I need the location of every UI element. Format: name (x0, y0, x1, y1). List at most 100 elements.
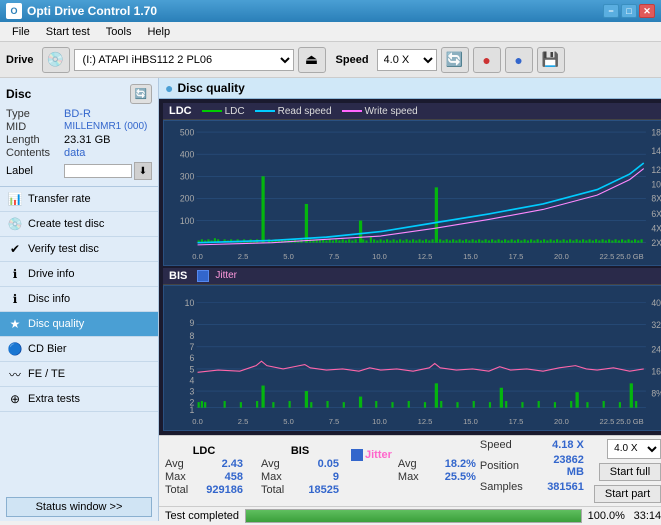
svg-text:20.0: 20.0 (554, 252, 569, 261)
disc-type-val: BD-R (64, 108, 91, 120)
disc-refresh-btn[interactable]: 🔄 (130, 84, 152, 104)
nav-label-drive-info: Drive info (28, 268, 74, 280)
svg-text:2X: 2X (651, 238, 661, 248)
avg-key-jitter: Avg (398, 458, 432, 470)
disc-contents-key: Contents (6, 147, 64, 159)
svg-text:10.0: 10.0 (372, 417, 387, 426)
status-window-btn[interactable]: Status window >> (6, 497, 152, 517)
start-part-btn[interactable]: Start part (594, 485, 661, 503)
jitter-checkbox[interactable] (351, 449, 363, 461)
disc-title: Disc (6, 87, 31, 101)
svg-text:7.5: 7.5 (329, 252, 340, 261)
max-key-bis: Max (261, 471, 295, 483)
titlebar: O Opti Drive Control 1.70 − □ ✕ (0, 0, 661, 22)
svg-text:10: 10 (185, 298, 195, 308)
window-controls: − □ ✕ (603, 4, 655, 18)
sidebar-item-verify-test[interactable]: ✔ Verify test disc (0, 237, 158, 262)
svg-text:22.5: 22.5 (600, 252, 615, 261)
svg-text:0.0: 0.0 (192, 417, 203, 426)
disc-red-icon[interactable]: ● (473, 47, 501, 73)
sidebar-item-cd-bier[interactable]: 🔵 CD Bier (0, 337, 158, 362)
svg-text:2.5: 2.5 (238, 252, 249, 261)
ldc-avg-val: 2.43 (203, 458, 243, 470)
disc-label-key: Label (6, 165, 64, 177)
sidebar-item-create-test[interactable]: 💿 Create test disc (0, 212, 158, 237)
sidebar-item-transfer-rate[interactable]: 📊 Transfer rate (0, 187, 158, 212)
menu-starttest[interactable]: Start test (38, 24, 98, 40)
svg-text:8X: 8X (651, 194, 661, 204)
start-full-btn[interactable]: Start full (599, 463, 661, 481)
menu-file[interactable]: File (4, 24, 38, 40)
chart2-header: BIS Jitter (163, 268, 661, 285)
drive-select[interactable]: (I:) ATAPI iHBS112 2 PL06 (74, 49, 294, 71)
save-icon[interactable]: 💾 (537, 47, 565, 73)
svg-text:25.0 GB: 25.0 GB (616, 417, 644, 426)
svg-text:32%: 32% (651, 320, 661, 330)
disc-label-input[interactable] (64, 164, 132, 178)
svg-text:2.5: 2.5 (238, 417, 249, 426)
read-speed-legend-text: Read speed (278, 106, 332, 117)
samples-stat-key: Samples (480, 481, 540, 493)
position-stat-key: Position (480, 460, 534, 472)
svg-text:14X: 14X (651, 146, 661, 156)
disc-length-key: Length (6, 134, 64, 146)
nav-label-cd-bier: CD Bier (28, 343, 67, 355)
chart1-legend-write: Write speed (342, 106, 418, 117)
maximize-button[interactable]: □ (621, 4, 637, 18)
svg-text:10X: 10X (651, 179, 661, 189)
fe-te-icon: 〰 (8, 367, 22, 381)
avg-key-bis: Avg (261, 458, 295, 470)
read-speed-legend-color (255, 110, 275, 112)
svg-text:8%: 8% (651, 388, 661, 398)
minimize-button[interactable]: − (603, 4, 619, 18)
nav-label-extra-tests: Extra tests (28, 393, 80, 405)
svg-text:12X: 12X (651, 165, 661, 175)
refresh-icon[interactable]: 🔄 (441, 47, 469, 73)
chart1-svg: 500 400 300 200 100 18X 14X 12X 10X 8X 6… (164, 121, 661, 265)
chart-area: LDC LDC Read speed Write speed (159, 99, 661, 435)
ldc-stat-col: LDC Avg 2.43 Max 458 Total 929186 (165, 445, 243, 496)
menu-tools[interactable]: Tools (98, 24, 140, 40)
sidebar-item-fe-te[interactable]: 〰 FE / TE (0, 362, 158, 387)
jitter-checkbox-icon (197, 270, 209, 282)
progress-percent: 100.0% (588, 510, 628, 522)
write-speed-legend-color (342, 110, 362, 112)
avg-key-ldc: Avg (165, 458, 199, 470)
sidebar-item-disc-quality[interactable]: ★ Disc quality (0, 312, 158, 337)
nav-label-transfer-rate: Transfer rate (28, 193, 91, 205)
chart2-title: BIS (169, 270, 187, 282)
menu-help[interactable]: Help (139, 24, 178, 40)
sidebar-item-drive-info[interactable]: ℹ Drive info (0, 262, 158, 287)
svg-text:22.5: 22.5 (600, 417, 615, 426)
svg-text:4: 4 (189, 375, 194, 385)
nav-items: 📊 Transfer rate 💿 Create test disc ✔ Ver… (0, 187, 158, 412)
svg-text:300: 300 (180, 172, 195, 182)
disc-mid-key: MID (6, 121, 64, 133)
speed-select[interactable]: 4.0 X (377, 49, 437, 71)
nav-label-disc-quality: Disc quality (28, 318, 84, 330)
speed-selector[interactable]: 4.0 X (607, 439, 661, 459)
create-test-icon: 💿 (8, 217, 22, 231)
disc-info-panel: Disc 🔄 Type BD-R MID MILLENMR1 (000) Len… (0, 78, 158, 187)
ldc-legend-color (202, 110, 222, 112)
svg-text:3: 3 (189, 386, 194, 396)
sidebar-item-disc-info[interactable]: ℹ Disc info (0, 287, 158, 312)
eject-icon[interactable]: ⏏ (298, 47, 326, 73)
svg-text:400: 400 (180, 149, 195, 159)
progress-time: 33:14 (634, 510, 661, 522)
menubar: File Start test Tools Help (0, 22, 661, 42)
position-stat-val: 23862 MB (538, 454, 584, 478)
cd-bier-icon: 🔵 (8, 342, 22, 356)
svg-text:5.0: 5.0 (283, 417, 294, 426)
svg-text:20.0: 20.0 (554, 417, 569, 426)
ldc-stat-header: LDC (165, 445, 243, 457)
sidebar-item-extra-tests[interactable]: ⊕ Extra tests (0, 387, 158, 412)
svg-text:6: 6 (189, 353, 194, 363)
close-button[interactable]: ✕ (639, 4, 655, 18)
toolbar: Drive 💿 (I:) ATAPI iHBS112 2 PL06 ⏏ Spee… (0, 42, 661, 78)
disc-blue-icon[interactable]: ● (505, 47, 533, 73)
bis-stat-col: BIS Avg 0.05 Max 9 Total 18525 (261, 445, 339, 496)
drive-icon-btn[interactable]: 💿 (42, 47, 70, 73)
max-key-jitter: Max (398, 471, 432, 483)
disc-label-btn[interactable]: ⬇ (134, 162, 152, 180)
